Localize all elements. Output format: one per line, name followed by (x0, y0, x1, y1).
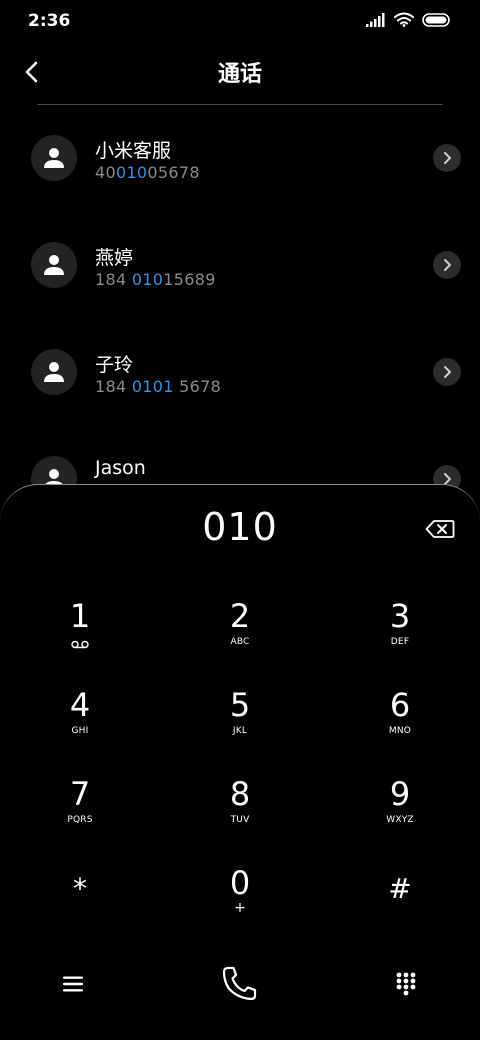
contact-detail-button[interactable] (433, 358, 461, 386)
key-1[interactable]: 1 (25, 598, 135, 678)
dialed-number[interactable]: 010 (0, 505, 480, 549)
contact-number: 4001005678 (95, 163, 200, 182)
key-letters: GHI (71, 726, 89, 736)
page-title: 通话 (217, 62, 262, 87)
chevron-right-icon (444, 152, 451, 164)
battery-icon (422, 12, 450, 27)
call-button[interactable] (215, 960, 263, 1008)
contact-name: 小米客服 (95, 140, 172, 162)
backspace-button[interactable] (420, 515, 460, 543)
backspace-icon (425, 520, 455, 538)
key-digit: * (73, 872, 87, 905)
key-digit: 2 (229, 597, 251, 635)
key-digit: 5 (229, 686, 251, 724)
number-prefix: 184 (95, 270, 132, 289)
key-hash[interactable]: # (345, 865, 455, 945)
contact-name: Jason (95, 457, 146, 479)
contact-name: 子玲 (95, 354, 134, 376)
keypad-icon (396, 972, 416, 996)
wifi-icon (394, 12, 414, 27)
key-letters: PQRS (67, 815, 93, 825)
phone-icon (222, 966, 257, 1001)
key-letters: MNO (388, 726, 412, 736)
key-7[interactable]: 7 PQRS (25, 776, 135, 856)
contact-name: 燕婷 (95, 247, 134, 269)
key-letters: WXYZ (386, 815, 414, 825)
key-digit: 7 (69, 775, 91, 813)
contact-detail-button[interactable] (433, 251, 461, 279)
contact-row[interactable]: 燕婷 184 01015689 (0, 212, 480, 319)
status-bar: 2:36 (0, 0, 480, 42)
voicemail-icon (71, 640, 89, 649)
number-match: 010 (131, 270, 164, 289)
contact-row[interactable]: 小米客服 4001005678 (0, 105, 480, 212)
contact-number: 184 0101 5678 (95, 377, 221, 396)
key-digit: 6 (389, 686, 411, 724)
key-0[interactable]: 0 + (185, 865, 295, 945)
number-match: 0101 (131, 377, 174, 396)
person-icon (44, 255, 64, 275)
avatar (31, 349, 77, 395)
status-time: 2:36 (28, 11, 71, 31)
chevron-right-icon (444, 259, 451, 271)
number-suffix: 5678 (173, 377, 222, 396)
menu-icon (63, 976, 83, 992)
top-bar: 通话 (0, 42, 480, 104)
key-2[interactable]: 2 ABC (185, 598, 295, 678)
contact-row[interactable]: 子玲 184 0101 5678 (0, 319, 480, 426)
key-digit: 1 (69, 597, 91, 635)
number-prefix: 184 (95, 377, 132, 396)
key-digit: 3 (389, 597, 411, 635)
menu-button[interactable] (49, 960, 97, 1008)
key-letters: + (234, 900, 246, 916)
key-letters: DEF (390, 637, 410, 647)
person-icon (44, 362, 64, 382)
number-prefix: 40 (95, 163, 116, 182)
status-icons (366, 12, 452, 27)
key-digit: # (388, 872, 412, 905)
key-digit: 4 (69, 686, 91, 724)
number-suffix: 15689 (163, 270, 216, 289)
person-icon (44, 148, 64, 168)
key-8[interactable]: 8 TUV (185, 776, 295, 856)
contact-number: 184 01015689 (95, 270, 216, 289)
bottom-action-bar (0, 944, 480, 1024)
key-6[interactable]: 6 MNO (345, 687, 455, 767)
key-5[interactable]: 5 JKL (185, 687, 295, 767)
number-suffix: 05678 (147, 163, 200, 182)
key-digit: 8 (229, 775, 251, 813)
keypad-toggle-button[interactable] (382, 960, 430, 1008)
contact-detail-button[interactable] (433, 144, 461, 172)
signal-icon (366, 12, 385, 27)
key-digit: 0 (229, 864, 251, 902)
chevron-right-icon (444, 366, 451, 378)
key-star[interactable]: * (25, 865, 135, 945)
key-9[interactable]: 9 WXYZ (345, 776, 455, 856)
number-match: 010 (115, 163, 148, 182)
key-letters: ABC (230, 637, 250, 647)
avatar (31, 135, 77, 181)
contact-list: 小米客服 4001005678 燕婷 184 01015689 子玲 184 0… (0, 105, 480, 533)
key-letters: TUV (230, 815, 250, 825)
key-digit: 9 (389, 775, 411, 813)
key-3[interactable]: 3 DEF (345, 598, 455, 678)
key-letters: JKL (232, 726, 248, 736)
avatar (31, 242, 77, 288)
key-4[interactable]: 4 GHI (25, 687, 135, 767)
